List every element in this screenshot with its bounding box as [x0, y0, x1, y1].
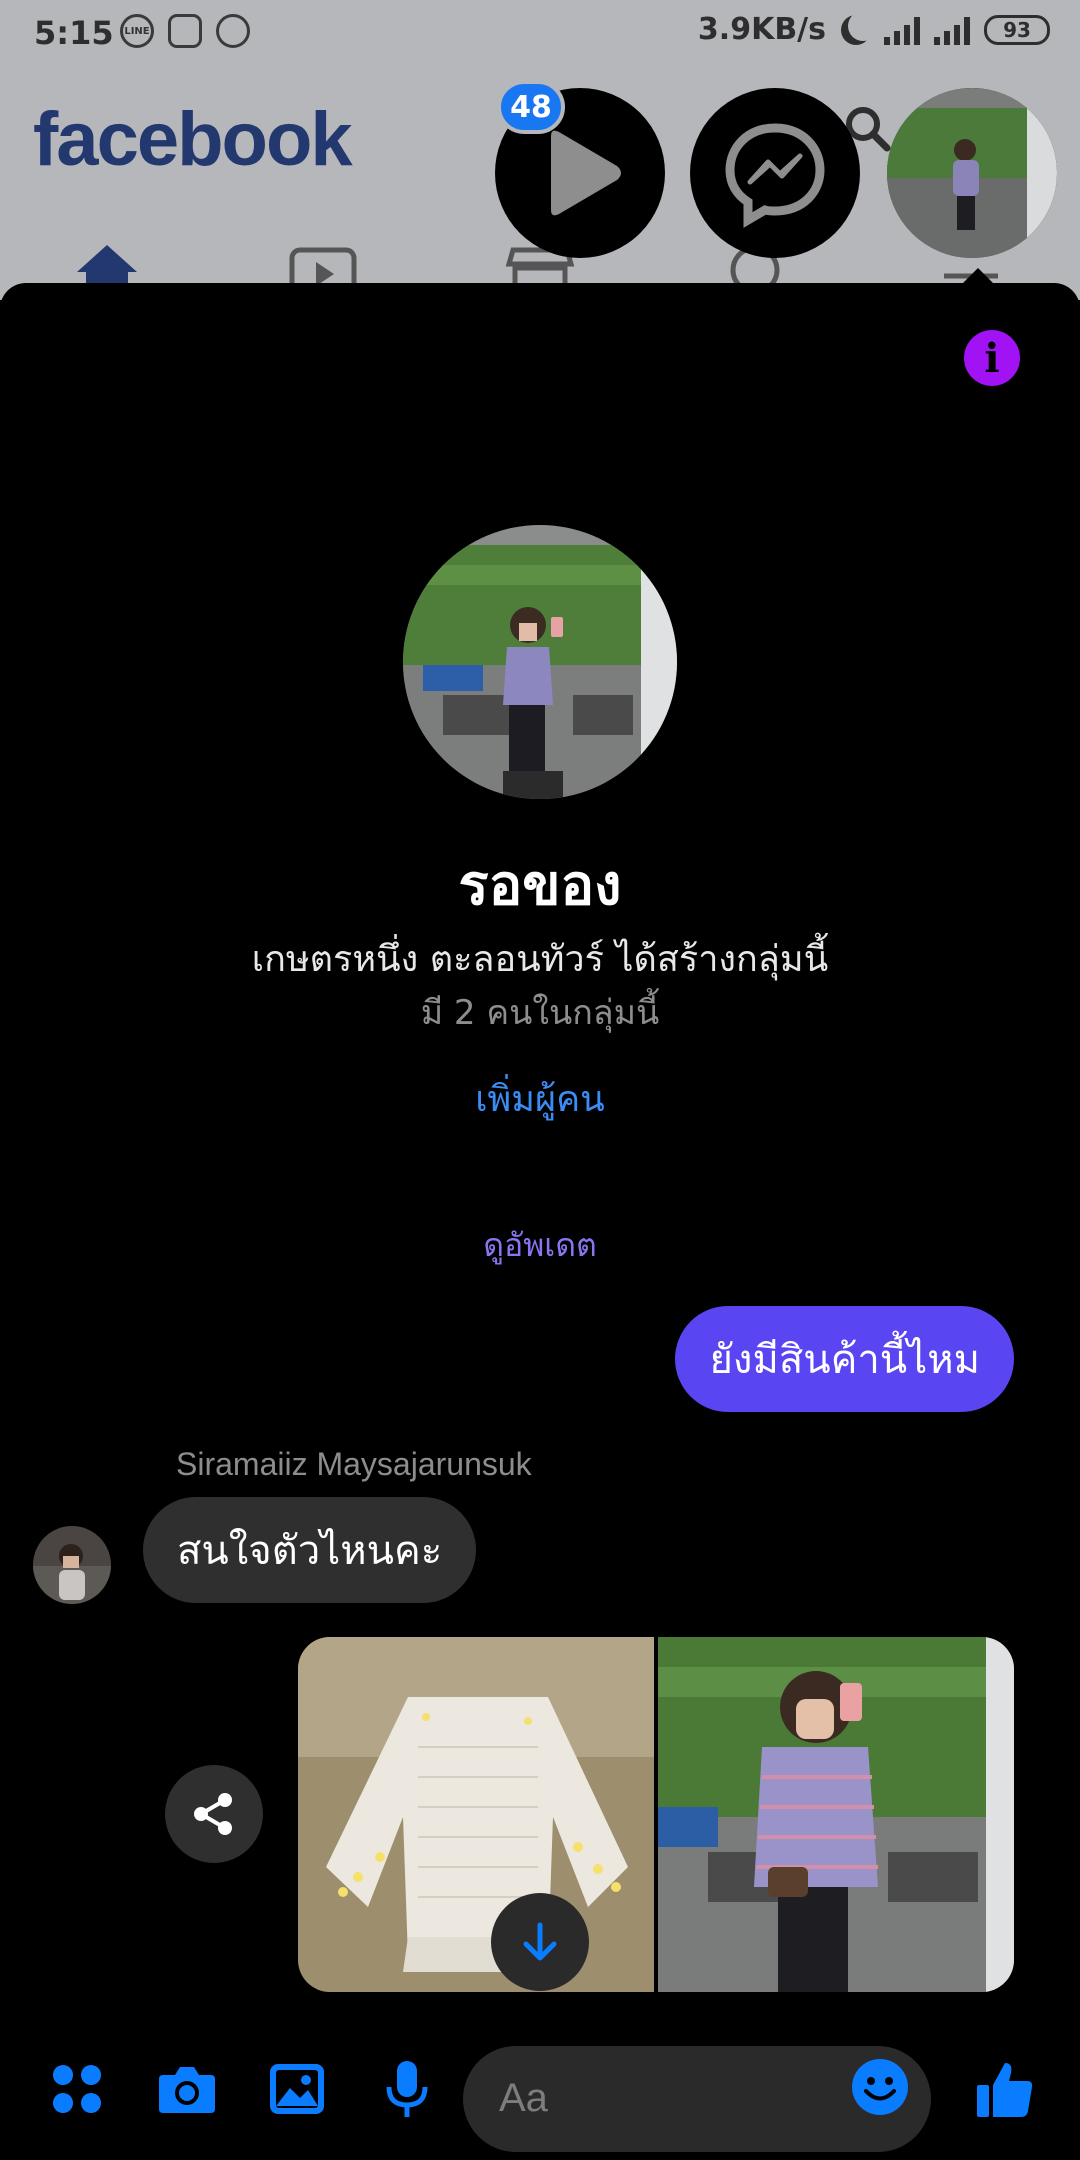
- arrow-down-icon: [523, 1922, 557, 1961]
- do-not-disturb-icon: [848, 11, 878, 41]
- group-name: รอของ: [458, 853, 622, 918]
- gallery-icon: [270, 2064, 324, 2114]
- scroll-to-bottom-button[interactable]: [491, 1893, 589, 1991]
- info-button[interactable]: i: [964, 330, 1020, 386]
- camera-icon: [159, 2067, 215, 2113]
- add-people-link[interactable]: เพิ่มผู้คน: [0, 1070, 1080, 1127]
- like-icon: [977, 2063, 1033, 2117]
- network-speed: 3.9KB/s: [697, 12, 826, 47]
- incoming-message-text: สนใจตัวไหนคะ: [177, 1528, 443, 1574]
- gallery-button[interactable]: [262, 2054, 332, 2124]
- sender-avatar-image: [33, 1526, 111, 1604]
- message-composer: Aa: [0, 2030, 1080, 2160]
- messenger-icon: [725, 123, 825, 228]
- status-indicators: 3.9KB/s 93: [698, 12, 1050, 47]
- apps-icon: [53, 2065, 101, 2113]
- group-avatar-thumb: [887, 88, 1057, 258]
- group-photo: [403, 525, 677, 799]
- signal-h-icon: [934, 15, 970, 45]
- camera-button[interactable]: [152, 2054, 222, 2124]
- info-icon: i: [984, 334, 1000, 382]
- view-updates-link[interactable]: ดูอัพเดต: [0, 1220, 1080, 1271]
- incoming-message-bubble[interactable]: สนใจตัวไหนคะ: [143, 1497, 477, 1603]
- like-button[interactable]: [970, 2054, 1040, 2124]
- chat-head-group-avatar[interactable]: [887, 88, 1057, 258]
- messenger-status-icon: [216, 14, 250, 48]
- signal-icon: [884, 15, 920, 45]
- chat-head-messenger[interactable]: [690, 88, 860, 258]
- outgoing-message-bubble[interactable]: ยังมีสินค้านี้ไหม: [675, 1306, 1014, 1412]
- group-creator-text: เกษตรหนึ่ง ตะลอนทัวร์ ได้สร้างกลุ่มนี้: [251, 939, 829, 980]
- group-avatar[interactable]: [403, 525, 677, 799]
- share-button[interactable]: [165, 1765, 263, 1863]
- blouse-image: [298, 1637, 654, 1992]
- apps-button[interactable]: [42, 2054, 112, 2124]
- sender-name: Siramaiiz Maysajarunsuk: [176, 1446, 532, 1482]
- group-members-count: มี 2 คนในกลุ่มนี้: [420, 993, 660, 1033]
- selfie-image: [658, 1637, 1014, 1992]
- emoji-icon[interactable]: [851, 2058, 909, 2116]
- microphone-button[interactable]: [372, 2054, 442, 2124]
- status-bar: 5:15 LINE 3.9KB/s 93: [0, 0, 1080, 66]
- status-app-icons: LINE: [120, 14, 250, 48]
- microphone-icon: [386, 2061, 428, 2117]
- white-blouse-photo[interactable]: [298, 1637, 654, 1992]
- selfie-photo[interactable]: [658, 1637, 1014, 1992]
- battery-icon: 93: [984, 14, 1050, 45]
- instagram-icon: [168, 14, 202, 48]
- share-icon: [194, 1793, 232, 1835]
- photo-attachment-group[interactable]: [298, 1637, 1014, 1992]
- sender-avatar[interactable]: [33, 1526, 111, 1604]
- message-input-placeholder: Aa: [499, 2076, 548, 2120]
- line-icon: LINE: [120, 14, 154, 48]
- status-time: 5:15: [34, 14, 114, 52]
- facebook-logo: facebook: [33, 97, 353, 182]
- outgoing-message-text: ยังมีสินค้านี้ไหม: [709, 1337, 980, 1383]
- notification-badge: 48: [497, 80, 565, 134]
